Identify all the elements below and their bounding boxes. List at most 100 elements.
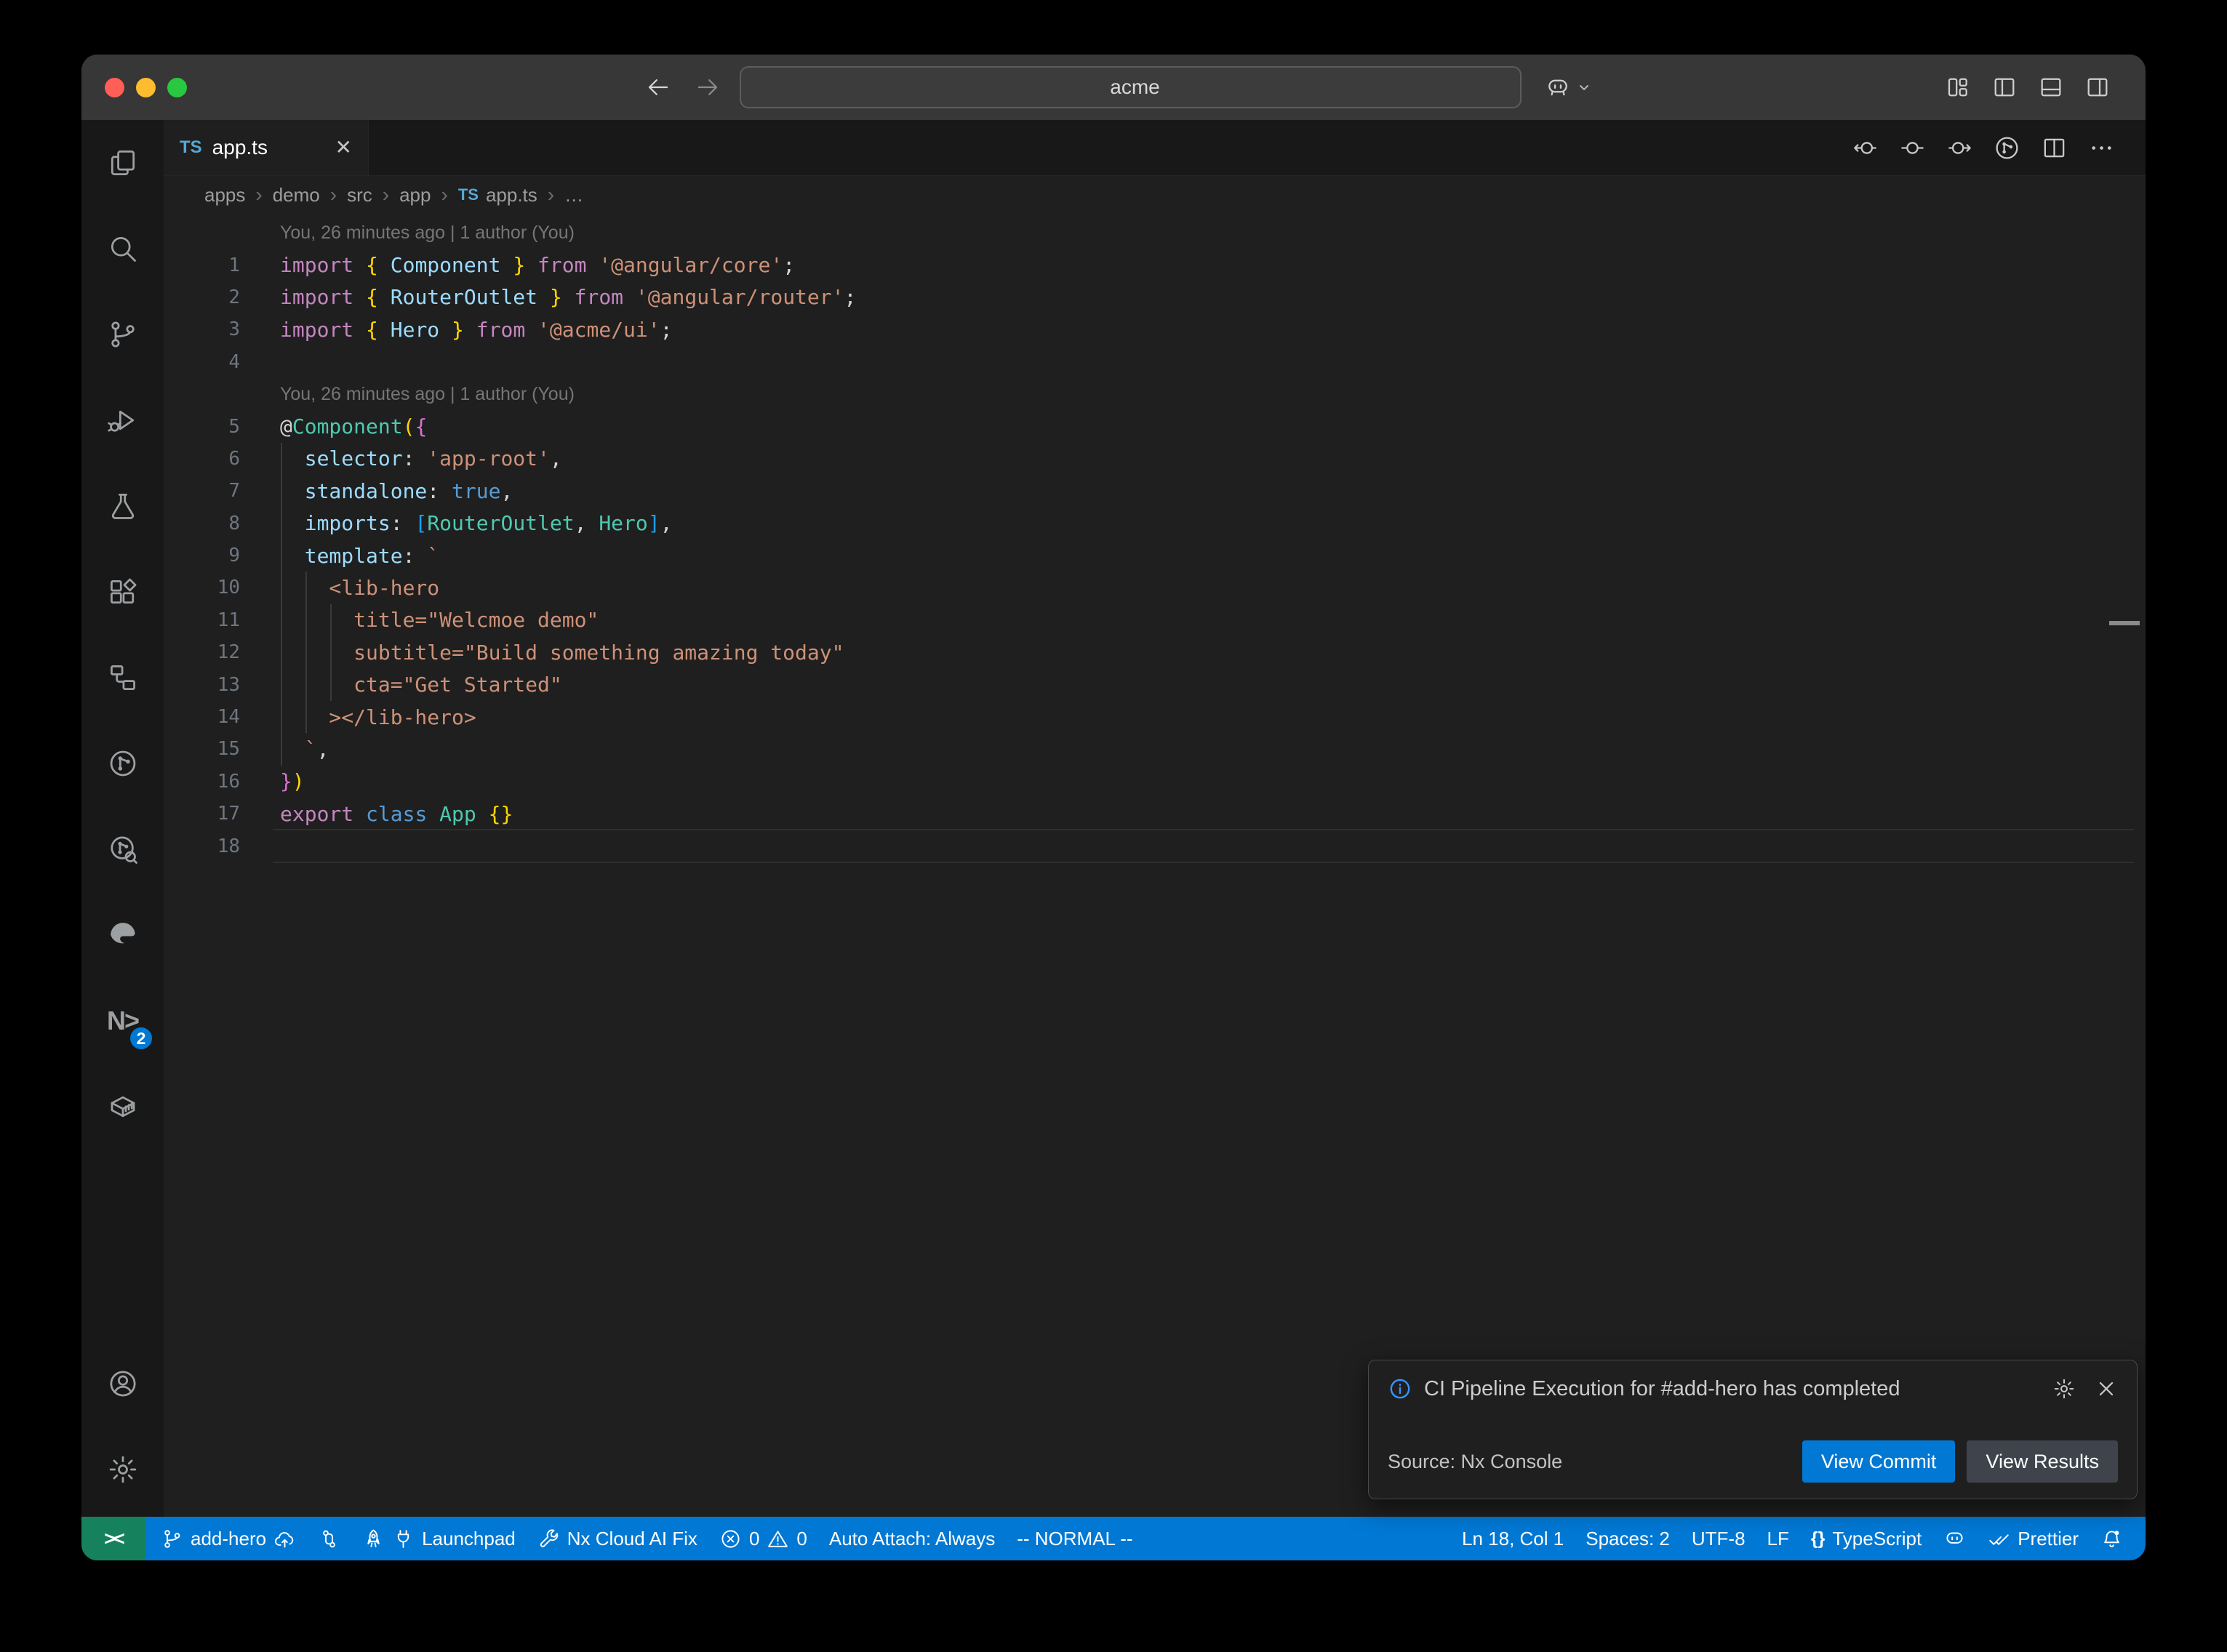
tab-app-ts[interactable]: TS app.ts ✕ [164, 120, 369, 175]
notification-settings-icon[interactable] [2052, 1377, 2076, 1400]
line-number: 13 [164, 674, 240, 696]
customize-layout-icon[interactable] [1945, 74, 1971, 100]
code-line-2: 2import { RouterOutlet } from '@angular/… [164, 281, 2146, 313]
code-text: template: ` [280, 544, 439, 568]
close-icon[interactable] [2095, 1377, 2118, 1400]
activity-item-run-and-debug[interactable] [81, 377, 164, 463]
close-tab-icon[interactable]: ✕ [335, 137, 352, 158]
copilot-icon [1943, 1528, 1966, 1550]
code-line-1: 1import { Component } from '@angular/cor… [164, 249, 2146, 281]
status-problems[interactable]: 00 [708, 1517, 818, 1560]
status-launchpad-status[interactable]: Launchpad [351, 1517, 527, 1560]
tab-label: app.ts [212, 136, 268, 159]
breadcrumb-item-[interactable]: … [564, 184, 583, 206]
breadcrumb-separator: › [441, 183, 447, 206]
activity-item-testing[interactable] [81, 463, 164, 549]
info-icon [1388, 1376, 1412, 1401]
more-actions-icon[interactable] [2088, 135, 2115, 161]
history-forward-icon[interactable] [695, 74, 721, 100]
code-text: export class App {} [280, 802, 513, 826]
minimize-window-button[interactable] [136, 78, 156, 97]
line-number: 9 [164, 545, 240, 566]
breadcrumb-item-demo[interactable]: demo [273, 184, 320, 206]
nav-back-circle-icon[interactable] [1852, 135, 1879, 161]
line-number: 10 [164, 577, 240, 598]
status-copilot-status[interactable] [1932, 1517, 1977, 1560]
status-git-branch-status[interactable]: add-hero [150, 1517, 307, 1560]
code-line-5: 5@Component({ [164, 410, 2146, 442]
status-git-compare-status[interactable] [307, 1517, 351, 1560]
status-notifications-bell[interactable] [2090, 1517, 2134, 1560]
remote-indicator[interactable]: >< [81, 1517, 145, 1560]
nav-circle-icon[interactable] [1899, 135, 1926, 161]
breadcrumb-item-app[interactable]: app [399, 184, 431, 206]
project-graph-icon [107, 747, 139, 779]
activity-item-type-hierarchy[interactable] [81, 635, 164, 721]
activity-item-source-control[interactable] [81, 292, 164, 377]
cloud-upload-icon [273, 1528, 296, 1550]
activity-item-edge-tools[interactable] [81, 892, 164, 978]
activity-item-search[interactable] [81, 206, 164, 292]
desktop-background: acme N>2 TS app.ts ✕ apps›demo›sr [0, 0, 2227, 1652]
line-number: 3 [164, 318, 240, 340]
git-graph-icon[interactable] [1994, 135, 2020, 161]
activity-item-explorer[interactable] [81, 120, 164, 206]
code-line-6: 6 selector: 'app-root', [164, 443, 2146, 475]
command-center-text: acme [1110, 76, 1159, 99]
breadcrumb-item-src[interactable]: src [347, 184, 372, 206]
graph-explorer-icon [107, 833, 139, 865]
activity-item-containers[interactable] [81, 1064, 164, 1150]
activity-item-extensions[interactable] [81, 549, 164, 635]
activity-item-accounts[interactable] [81, 1341, 164, 1427]
vscode-window: acme N>2 TS app.ts ✕ apps›demo›sr [81, 55, 2146, 1560]
close-window-button[interactable] [105, 78, 124, 97]
status-encoding[interactable]: UTF-8 [1681, 1517, 1756, 1560]
code-editor[interactable]: You, 26 minutes ago | 1 author (You) 1imp… [164, 214, 2146, 1517]
breadcrumb-separator: › [548, 183, 554, 206]
notification-title: CI Pipeline Execution for #add-hero has … [1424, 1377, 1900, 1401]
status-eol[interactable]: LF [1756, 1517, 1800, 1560]
view-commit-button[interactable]: View Commit [1802, 1440, 1956, 1483]
activity-item-graph-explorer[interactable] [81, 806, 164, 892]
code-text: import { RouterOutlet } from '@angular/r… [280, 285, 856, 309]
toggle-secondary-sidebar-icon[interactable] [2084, 74, 2111, 100]
status-nx-cloud-ai-fix[interactable]: Nx Cloud AI Fix [527, 1517, 708, 1560]
status-label: UTF-8 [1692, 1528, 1746, 1550]
activity-item-nx-console[interactable]: N>2 [81, 978, 164, 1064]
nav-forward-circle-icon[interactable] [1946, 135, 1973, 161]
search-icon [107, 233, 139, 265]
source-control-icon [107, 318, 139, 350]
breadcrumb-label: app [399, 184, 431, 206]
status-vim-mode[interactable]: -- NORMAL -- [1006, 1517, 1143, 1560]
line-number: 6 [164, 448, 240, 470]
toggle-panel-icon[interactable] [2038, 74, 2064, 100]
status-label: Auto Attach: Always [829, 1528, 995, 1550]
status-formatter-prettier[interactable]: Prettier [1977, 1517, 2090, 1560]
breadcrumb-item-appts[interactable]: TSapp.ts [458, 184, 537, 206]
zoom-window-button[interactable] [167, 78, 187, 97]
layout-controls [1945, 55, 2111, 120]
status-auto-attach[interactable]: Auto Attach: Always [818, 1517, 1006, 1560]
run-and-debug-icon [107, 404, 139, 436]
line-number: 7 [164, 480, 240, 502]
activity-item-settings[interactable] [81, 1427, 164, 1512]
code-text: cta="Get Started" [280, 673, 562, 697]
status-label: TypeScript [1832, 1528, 1922, 1550]
status-language-mode[interactable]: {}TypeScript [1800, 1517, 1932, 1560]
line-number: 12 [164, 641, 240, 663]
split-editor-icon[interactable] [2041, 135, 2068, 161]
double-check-icon [1988, 1528, 2010, 1550]
status-cursor-position[interactable]: Ln 18, Col 1 [1451, 1517, 1575, 1560]
activity-item-project-graph[interactable] [81, 721, 164, 806]
breadcrumb-separator: › [330, 183, 337, 206]
history-back-icon[interactable] [645, 74, 671, 100]
toggle-primary-sidebar-icon[interactable] [1991, 74, 2018, 100]
view-results-button[interactable]: View Results [1967, 1440, 2118, 1483]
command-center[interactable]: acme [740, 66, 1522, 108]
git-blame-text: You, 26 minutes ago | 1 author (You) [280, 222, 575, 244]
status-label: Prettier [2018, 1528, 2079, 1550]
breadcrumb-item-apps[interactable]: apps [204, 184, 245, 206]
status-indentation[interactable]: Spaces: 2 [1575, 1517, 1681, 1560]
testing-icon [107, 490, 139, 522]
copilot-menu[interactable] [1545, 55, 1593, 120]
